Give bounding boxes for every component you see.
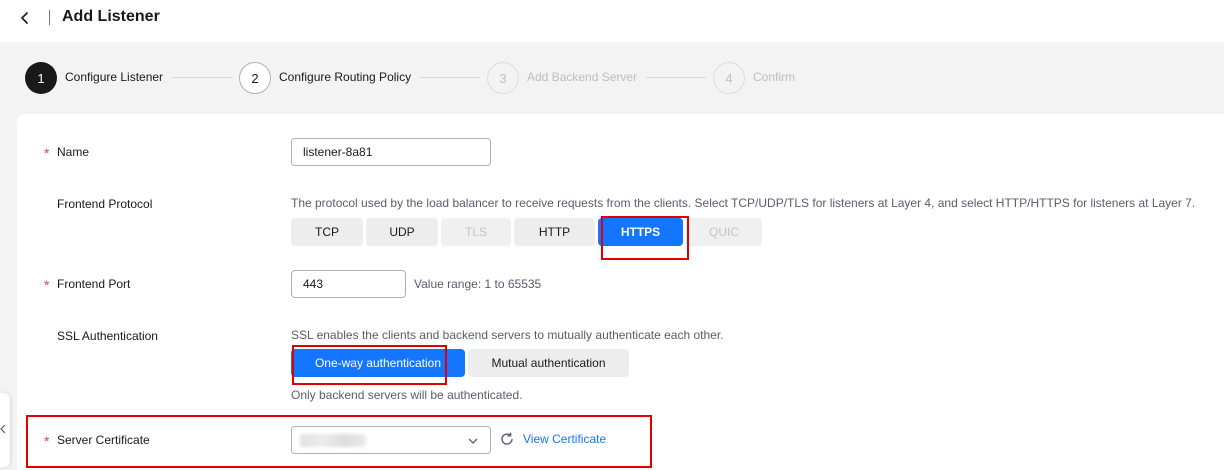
back-arrow-icon xyxy=(20,11,29,25)
page-title: Add Listener xyxy=(62,8,160,25)
header-divider xyxy=(49,10,50,25)
required-marker: * xyxy=(44,277,50,293)
ssl-note: Only backend servers will be authenticat… xyxy=(291,388,523,402)
back-button[interactable] xyxy=(14,8,36,28)
ssl-option-mutual[interactable]: Mutual authentication xyxy=(468,349,629,377)
blurred-certificate-value xyxy=(300,434,366,447)
step-1-label: Configure Listener xyxy=(65,70,164,84)
step-4-label: Confirm xyxy=(753,70,796,84)
certificate-label: Server Certificate xyxy=(57,433,150,447)
protocol-option-udp[interactable]: UDP xyxy=(366,218,438,246)
protocol-label: Frontend Protocol xyxy=(57,197,153,211)
chevron-down-icon xyxy=(468,438,478,444)
step-2-number: 2 xyxy=(239,62,271,94)
port-input[interactable]: 443 xyxy=(291,270,406,298)
protocol-option-https[interactable]: HTTPS xyxy=(598,218,683,246)
required-marker: * xyxy=(44,433,50,449)
ssl-label: SSL Authentication xyxy=(57,329,158,343)
step-connector xyxy=(419,77,479,78)
step-4-number: 4 xyxy=(713,62,745,94)
step-connector xyxy=(646,77,706,78)
protocol-option-tls: TLS xyxy=(441,218,511,246)
protocol-option-quic: QUIC xyxy=(686,218,762,246)
header-bar: Add Listener xyxy=(0,0,1224,42)
certificate-select[interactable] xyxy=(291,426,491,454)
port-label: Frontend Port xyxy=(57,277,131,291)
name-input[interactable]: listener-8a81 xyxy=(291,138,491,166)
step-connector xyxy=(172,77,232,78)
required-marker: * xyxy=(44,145,50,161)
step-1-number: 1 xyxy=(25,62,57,94)
collapse-chevron-icon[interactable] xyxy=(0,424,6,434)
step-3-number: 3 xyxy=(487,62,519,94)
ssl-option-one-way[interactable]: One-way authentication xyxy=(291,349,465,377)
step-2-label: Configure Routing Policy xyxy=(279,70,412,84)
view-certificate-link[interactable]: View Certificate xyxy=(523,432,606,446)
port-hint: Value range: 1 to 65535 xyxy=(414,277,542,291)
protocol-option-tcp[interactable]: TCP xyxy=(291,218,363,246)
name-label: Name xyxy=(57,145,90,159)
refresh-icon[interactable] xyxy=(499,431,515,447)
ssl-hint: SSL enables the clients and backend serv… xyxy=(291,328,724,342)
protocol-hint: The protocol used by the load balancer t… xyxy=(291,196,1196,210)
step-indicator: 1 Configure Listener 2 Configure Routing… xyxy=(25,62,825,94)
form-card xyxy=(17,114,1224,470)
step-3-label: Add Backend Server xyxy=(527,70,638,84)
protocol-option-http[interactable]: HTTP xyxy=(514,218,595,246)
